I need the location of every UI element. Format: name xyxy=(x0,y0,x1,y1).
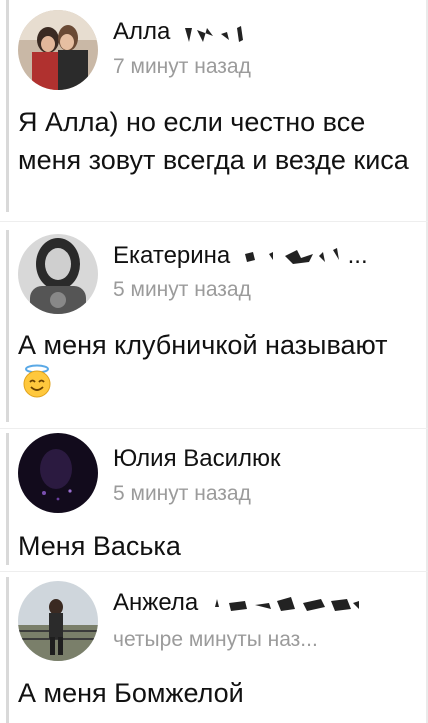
comment-item: Екатерина ... 5 минут назад А меня клубн… xyxy=(0,230,428,425)
comment-divider xyxy=(0,221,428,222)
thread-bar xyxy=(6,0,9,212)
avatar[interactable] xyxy=(18,10,98,90)
comment-item: Анжела четыре минуты наз... А меня Бомже… xyxy=(0,577,428,723)
thread-bar xyxy=(6,433,9,565)
comment-item: Юлия Василюк 5 минут назад Меня Васька xyxy=(0,433,428,568)
comment-time: 5 минут назад xyxy=(113,482,251,505)
avatar[interactable] xyxy=(18,581,98,661)
author-name[interactable]: Алла xyxy=(113,18,245,46)
smiling-face-with-halo-icon xyxy=(23,364,51,398)
avatar[interactable] xyxy=(18,433,98,513)
comment-text: А меня клубничкой называют xyxy=(18,326,418,402)
thread-bar xyxy=(6,577,9,723)
comment-divider xyxy=(0,571,428,572)
author-name[interactable]: Юлия Василюк xyxy=(113,445,281,473)
comment-text: А меня Бомжелой xyxy=(18,678,244,708)
avatar[interactable] xyxy=(18,234,98,314)
author-name[interactable]: Анжела xyxy=(113,589,361,617)
author-name[interactable]: Екатерина ... xyxy=(113,242,368,270)
redacted-surname xyxy=(244,247,339,264)
comment-item: Алла 7 минут назад Я Алла) но если честн… xyxy=(0,0,428,218)
comment-text: Меня Васька xyxy=(18,531,181,561)
comment-text: Я Алла) но если честно все меня зовут вс… xyxy=(18,107,409,175)
thread-bar xyxy=(6,230,9,422)
comment-time: 7 минут назад xyxy=(113,55,251,78)
comment-time: четыре минуты наз... xyxy=(113,628,318,651)
comment-time: 5 минут назад xyxy=(113,278,251,301)
redacted-surname xyxy=(214,596,359,611)
comment-divider xyxy=(0,428,428,429)
redacted-surname xyxy=(185,25,244,42)
